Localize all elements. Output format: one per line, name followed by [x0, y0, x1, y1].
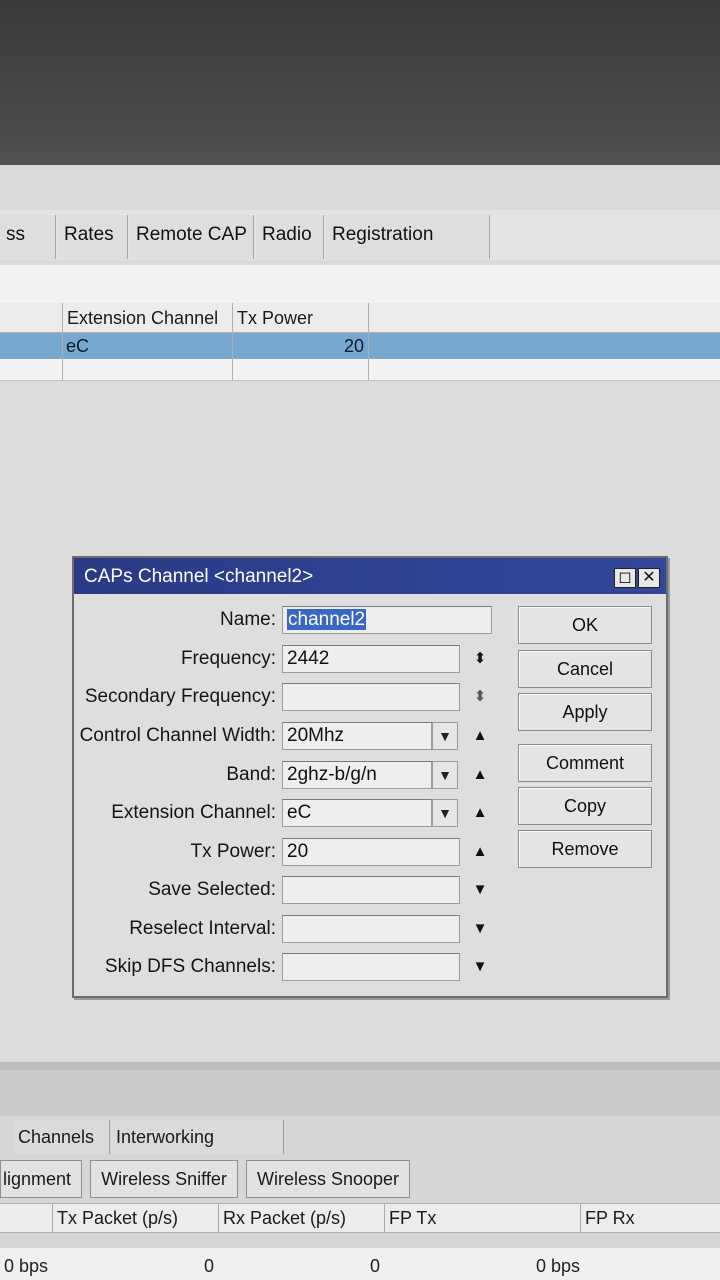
cancel-button[interactable]: Cancel — [518, 650, 652, 688]
down-arrow-icon[interactable]: ▼ — [470, 876, 490, 904]
wireless-snooper-button[interactable]: Wireless Snooper — [246, 1160, 410, 1198]
skip-dfs-channels-input[interactable] — [282, 953, 460, 981]
band-select[interactable]: 2ghz-b/g/n — [282, 761, 432, 789]
down-arrow-icon[interactable]: ▼ — [470, 915, 490, 943]
copy-button[interactable]: Copy — [518, 787, 652, 825]
panel-separator — [0, 1062, 720, 1070]
frequency-label: Frequency: — [180, 648, 276, 669]
column-header-extension-channel[interactable]: Extension Channel — [62, 303, 232, 333]
cell-tx-packet: 0 — [204, 1256, 215, 1276]
skip-dfs-channels-label: Skip DFS Channels: — [104, 956, 276, 977]
tab-rates[interactable]: Rates — [58, 215, 128, 259]
dropdown-icon[interactable]: ▼ — [432, 761, 458, 789]
extension-channel-label: Extension Channel: — [111, 802, 276, 823]
column-divider — [232, 333, 233, 381]
apply-button[interactable]: Apply — [518, 693, 652, 731]
cell-rx-packet: 0 — [370, 1256, 381, 1276]
cell-extension-channel: eC — [66, 336, 90, 356]
tx-power-label: Tx Power: — [190, 841, 276, 862]
dialog-title: CAPs Channel <channel2> — [84, 566, 314, 587]
column-header-tx-packet[interactable]: Tx Packet (p/s) — [52, 1203, 218, 1233]
name-value: channel2 — [287, 609, 367, 630]
tab-registration-table[interactable]: Registration Table — [326, 215, 490, 285]
secondary-frequency-label: Secondary Frequency: — [84, 686, 276, 707]
tab-channels[interactable]: Channels — [14, 1120, 110, 1154]
comment-button[interactable]: Comment — [518, 744, 652, 782]
up-arrow-icon[interactable]: ▲ — [470, 838, 490, 866]
name-input[interactable]: channel2 — [282, 606, 492, 634]
close-icon[interactable]: ✕ — [638, 568, 660, 588]
reselect-interval-input[interactable] — [282, 915, 460, 943]
tab-interworking-profiles[interactable]: Interworking Profiles — [112, 1120, 284, 1181]
caps-channel-dialog: CAPs Channel <channel2> ◻ ✕ Name: channe… — [72, 556, 668, 998]
frequency-input[interactable]: 2442 — [282, 645, 460, 673]
monitor-bezel — [0, 0, 720, 185]
stats-table-row[interactable] — [0, 1248, 720, 1280]
tab-remote-cap[interactable]: Remote CAP — [130, 215, 254, 259]
alignment-button[interactable]: lignment — [0, 1160, 82, 1198]
dropdown-icon[interactable]: ▼ — [432, 722, 458, 750]
name-label: Name: — [220, 609, 276, 630]
control-channel-width-select[interactable]: 20Mhz — [282, 722, 432, 750]
dialog-titlebar[interactable]: CAPs Channel <channel2> ◻ ✕ — [74, 558, 666, 594]
secondary-frequency-input[interactable] — [282, 683, 460, 711]
tab-access-list[interactable]: ss List — [0, 215, 56, 285]
up-down-arrows-icon[interactable]: ⬍ — [470, 683, 490, 711]
down-arrow-icon[interactable]: ▼ — [470, 953, 490, 981]
control-channel-width-label: Control Channel Width: — [79, 725, 276, 746]
reselect-interval-label: Reselect Interval: — [129, 918, 276, 939]
column-divider — [368, 303, 369, 333]
column-divider — [62, 333, 63, 381]
column-header-rx-packet[interactable]: Rx Packet (p/s) — [218, 1203, 384, 1233]
up-down-arrows-icon[interactable]: ⬍ — [470, 645, 490, 673]
cell-rx-rate: 0 bps — [536, 1256, 581, 1276]
column-header-fp-tx[interactable]: FP Tx — [384, 1203, 580, 1233]
column-header-tx-power[interactable]: Tx Power — [232, 303, 368, 333]
tx-power-input[interactable]: 20 — [282, 838, 460, 866]
up-arrow-icon[interactable]: ▲ — [470, 722, 490, 750]
up-arrow-icon[interactable]: ▲ — [470, 761, 490, 789]
remove-button[interactable]: Remove — [518, 830, 652, 868]
table-row-empty — [0, 359, 720, 381]
column-header-fp-rx[interactable]: FP Rx — [580, 1203, 720, 1233]
band-label: Band: — [226, 764, 276, 785]
maximize-icon[interactable]: ◻ — [614, 568, 636, 588]
save-selected-label: Save Selected: — [148, 879, 276, 900]
up-arrow-icon[interactable]: ▲ — [470, 799, 490, 827]
extension-channel-select[interactable]: eC — [282, 799, 432, 827]
dropdown-icon[interactable]: ▼ — [432, 799, 458, 827]
save-selected-input[interactable] — [282, 876, 460, 904]
tab-radio[interactable]: Radio — [256, 215, 324, 259]
panel-toolbar — [0, 1070, 720, 1116]
column-divider — [368, 333, 369, 381]
ok-button[interactable]: OK — [518, 606, 652, 644]
wireless-sniffer-button[interactable]: Wireless Sniffer — [90, 1160, 238, 1198]
cell-tx-rate: 0 bps — [4, 1256, 49, 1276]
cell-tx-power: 20 — [343, 336, 364, 356]
